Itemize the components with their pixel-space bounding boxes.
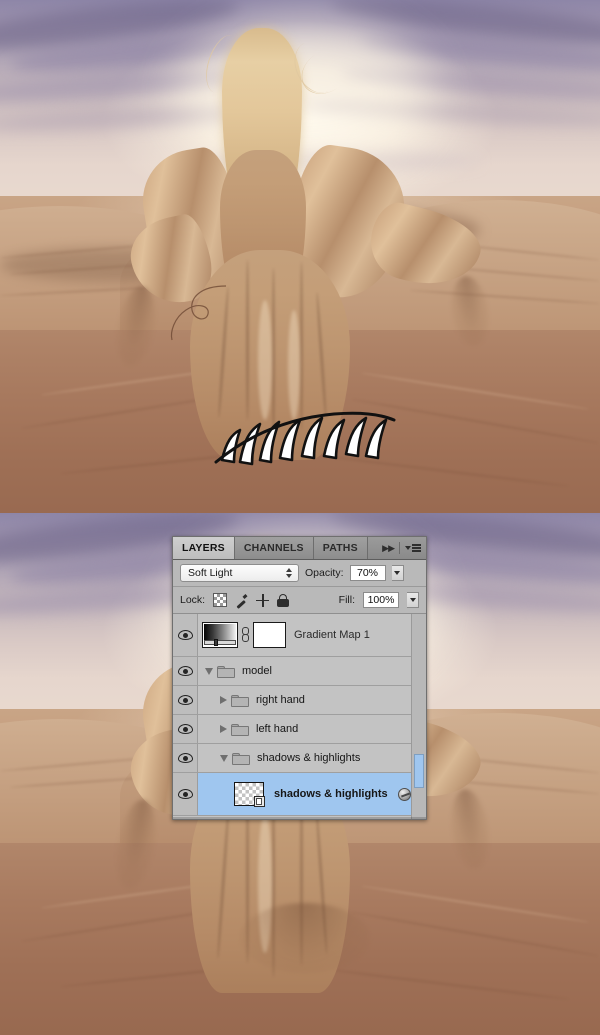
layers-panel: LAYERS CHANNELS PATHS ▶▶ Soft Light Opac…: [172, 536, 427, 820]
eye-icon: [177, 695, 193, 705]
layer-row-body: shadows & highlights: [198, 744, 426, 772]
fill-input[interactable]: 100%: [363, 592, 399, 608]
folder-icon: [232, 752, 250, 765]
eye-icon: [177, 630, 193, 640]
tab-bar-filler: [367, 537, 378, 559]
opacity-label: Opacity:: [305, 567, 344, 579]
layer-name: shadows & highlights: [274, 788, 388, 800]
smart-object-badge-icon: [254, 796, 265, 807]
group-disclosure-closed-icon[interactable]: [220, 725, 227, 733]
layer-row-body: shadows & highlights: [198, 773, 426, 815]
layer-name: Gradient Map 1: [294, 629, 370, 641]
group-disclosure-closed-icon[interactable]: [220, 696, 227, 704]
thread-squiggle: [170, 285, 227, 341]
lock-transparent-pixels-icon[interactable]: [213, 593, 228, 607]
panel-tab-bar: LAYERS CHANNELS PATHS ▶▶: [173, 537, 426, 560]
opacity-input[interactable]: 70%: [349, 565, 386, 581]
folder-icon: [231, 723, 249, 736]
panel-tab-tools: ▶▶: [377, 537, 426, 559]
layer-row-body: Gradient Map 1: [198, 614, 426, 656]
table-row[interactable]: Gradient Map 1: [173, 614, 426, 657]
artwork-top: [0, 0, 600, 513]
tool-divider: [399, 542, 400, 554]
table-row[interactable]: shadows & highlights: [173, 744, 426, 773]
layer-name: right hand: [256, 694, 305, 706]
lock-all-icon[interactable]: [277, 593, 290, 607]
gradient-map-thumbnail[interactable]: [202, 622, 238, 648]
layer-row-body: right hand: [198, 686, 426, 714]
layer-visibility-toggle[interactable]: [173, 686, 198, 714]
lock-position-icon[interactable]: [256, 593, 270, 607]
table-row-selected[interactable]: shadows & highlights: [173, 773, 426, 816]
layer-name: left hand: [256, 723, 299, 735]
layer-mask-link-icon[interactable]: [241, 626, 250, 644]
group-disclosure-open-icon[interactable]: [205, 667, 213, 675]
eye-icon: [177, 724, 193, 734]
eye-icon: [177, 789, 193, 799]
layer-list: Gradient Map 1 model right hand left han…: [173, 614, 426, 819]
eye-icon: [177, 666, 193, 676]
folder-icon: [217, 665, 235, 678]
sand-spray-hem: [240, 903, 370, 973]
fill-label: Fill:: [338, 594, 355, 606]
tab-paths[interactable]: PATHS: [313, 537, 368, 559]
layer-mask-thumbnail[interactable]: [253, 622, 286, 648]
vertical-scrollbar[interactable]: [411, 614, 426, 819]
lock-label: Lock:: [180, 594, 206, 606]
layer-visibility-toggle[interactable]: [173, 744, 198, 772]
lock-row: Lock: Fill: 100%: [173, 587, 426, 614]
blend-mode-value: Soft Light: [188, 567, 233, 579]
layer-visibility-toggle[interactable]: [173, 614, 198, 656]
blend-mode-row: Soft Light Opacity: 70%: [173, 560, 426, 587]
table-row[interactable]: left hand: [173, 715, 426, 744]
blend-mode-select[interactable]: Soft Light: [180, 564, 299, 582]
fill-dropdown-icon[interactable]: [407, 592, 419, 608]
layer-row-body: model: [198, 657, 426, 685]
table-row[interactable]: right hand: [173, 686, 426, 715]
panel-bottom-edge: [173, 817, 426, 819]
lock-image-pixels-icon[interactable]: [235, 594, 248, 607]
table-row[interactable]: model: [173, 657, 426, 686]
layer-name: model: [242, 665, 272, 677]
layer-visibility-toggle[interactable]: [173, 715, 198, 743]
screenshot-root: LAYERS CHANNELS PATHS ▶▶ Soft Light Opac…: [0, 0, 600, 1035]
layer-name: shadows & highlights: [257, 752, 361, 764]
scrollbar-thumb[interactable]: [414, 754, 424, 788]
collapse-to-icons-icon[interactable]: ▶▶: [382, 543, 395, 554]
blend-mode-stepper-icon: [286, 568, 292, 578]
panel-menu-icon[interactable]: [405, 544, 421, 552]
dress-highlight: [258, 300, 272, 420]
folder-icon: [231, 694, 249, 707]
layer-visibility-toggle[interactable]: [173, 773, 198, 815]
tab-channels[interactable]: CHANNELS: [234, 537, 314, 559]
dress-fold: [246, 260, 249, 420]
smart-object-fx-icon[interactable]: [398, 787, 411, 801]
opacity-dropdown-icon[interactable]: [391, 565, 404, 581]
eye-icon: [177, 753, 193, 763]
layer-visibility-toggle[interactable]: [173, 657, 198, 685]
tab-layers[interactable]: LAYERS: [173, 537, 235, 559]
group-disclosure-open-icon[interactable]: [220, 754, 228, 762]
layer-row-body: left hand: [198, 715, 426, 743]
smart-object-thumbnail[interactable]: [234, 782, 265, 807]
artwork-top-inner: [0, 0, 600, 513]
hem-sketch: [214, 411, 396, 466]
